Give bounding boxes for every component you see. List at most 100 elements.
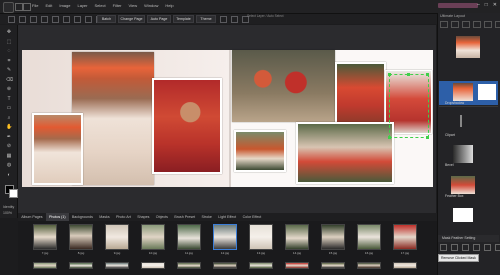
menu-select[interactable]: Select [95,3,106,8]
pen-icon[interactable]: ✒ [6,134,12,140]
photo-thumbnail-next-row[interactable] [177,262,201,269]
dodge-icon[interactable]: ◐ [6,172,12,178]
redo-icon[interactable] [19,16,26,23]
identity-value[interactable]: 100% [3,211,12,215]
photo-couple-top[interactable] [232,50,335,122]
theme-button[interactable]: Theme [196,15,216,23]
rotate-icon[interactable] [220,16,227,23]
open-file-icon[interactable] [23,3,31,11]
template-button[interactable]: Template [173,15,194,23]
close-icon[interactable]: ✕ [493,2,497,8]
menu-view[interactable]: View [129,3,138,8]
photo-groom-small[interactable] [32,113,83,185]
background-color-swatch[interactable] [9,189,18,198]
tab-color-effect[interactable]: Color Effect [239,213,264,221]
lasso-icon[interactable]: ◌ [6,49,12,54]
tab-light-effect[interactable]: Light Effect [215,213,239,221]
new-file-icon[interactable] [15,3,23,11]
photo-thumbnail-next-row[interactable] [321,262,345,269]
layer-row-bevel[interactable]: Bevel [439,143,498,167]
new-layer-icon[interactable] [495,244,500,251]
adjust-icon[interactable] [473,244,480,251]
photo-couple-bottom-1[interactable] [234,130,286,172]
menu-filter[interactable]: Filter [113,3,122,8]
photo-thumbnail[interactable] [141,224,165,250]
photo-thumbnail-next-row[interactable] [249,262,273,269]
photo-couple-small-1[interactable] [335,62,386,125]
layer-preview[interactable] [456,36,480,58]
export-icon[interactable] [52,16,59,23]
photo-bride-portrait[interactable] [152,78,222,174]
eyedropper-icon[interactable]: ⊘ [6,144,12,149]
photo-thumbnail-next-row[interactable] [69,262,93,269]
resize-handle-tl[interactable] [388,73,391,76]
photo-couple-bottom-2[interactable] [296,122,394,184]
settings-icon[interactable] [63,16,70,23]
photo-thumbnail-next-row[interactable] [393,262,417,269]
layer-row-dropshadow[interactable]: Dropshadow [439,81,498,105]
photo-thumbnail-next-row[interactable] [141,262,165,269]
tab-album-pages[interactable]: Album Pages [18,213,46,221]
photo-thumbnail[interactable] [357,224,381,250]
hand-icon[interactable]: ✋ [6,125,12,130]
menu-file[interactable]: File [32,3,38,8]
tab-stroke[interactable]: Stroke [198,213,215,221]
panel-tab-4[interactable] [473,21,481,28]
resize-handle-bl[interactable] [388,136,391,139]
link-icon[interactable] [440,244,447,251]
photo-thumbnail[interactable] [105,224,129,250]
eraser-icon[interactable]: ⌫ [6,77,13,83]
panel-tab-3[interactable] [462,21,470,28]
auto-page-button[interactable]: Auto Page [147,15,171,23]
resize-handle-tr[interactable] [426,73,429,76]
menu-window[interactable]: Window [144,3,158,8]
text-icon[interactable]: T [6,96,12,102]
menu-edit[interactable]: Edit [45,3,52,8]
photo-thumbnail-next-row[interactable] [33,262,57,269]
menu-help[interactable]: Help [165,3,173,8]
align-icon[interactable] [85,16,92,23]
photo-thumbnail[interactable] [69,224,93,250]
panel-tab-2[interactable] [451,21,459,28]
menu-layer[interactable]: Layer [77,3,87,8]
batch-button[interactable]: Batch [97,15,116,23]
layer-row-mask[interactable] [439,204,498,228]
photo-thumbnail[interactable] [321,224,345,250]
tab-shapes[interactable]: Shapes [134,213,153,221]
menu-image[interactable]: Image [59,3,70,8]
zoom-icon[interactable]: ⌕ [6,115,12,121]
shape-icon[interactable]: ▭ [6,106,12,111]
fx-icon[interactable] [451,244,458,251]
panel-tab-5[interactable] [484,21,492,28]
photo-thumbnail[interactable] [393,224,417,250]
tab-brush-preset[interactable]: Brush Preset [171,213,198,221]
photo-thumbnail-next-row[interactable] [285,262,309,269]
photo-thumbnail-next-row[interactable] [213,262,237,269]
tab-masks[interactable]: Masks [96,213,113,221]
folder-icon[interactable] [484,244,491,251]
panel-tab-6[interactable] [495,21,500,28]
save-icon[interactable] [30,16,37,23]
tab-backgrounds[interactable]: Backgrounds [69,213,96,221]
marquee-icon[interactable]: ⬚ [6,39,12,45]
photo-thumbnail[interactable] [285,224,309,250]
tab-photo-art[interactable]: Photo Art [113,213,134,221]
photo-thumbnail-next-row[interactable] [105,262,129,269]
photo-thumbnail-next-row[interactable] [357,262,381,269]
flip-icon[interactable] [231,16,238,23]
selection-box[interactable] [389,74,429,138]
brush-icon[interactable]: ✎ [6,68,12,73]
layer-row-feather[interactable]: Feather Box [439,174,498,198]
minimize-icon[interactable]: – [477,2,480,8]
layer-row-clipart[interactable]: Clipart [439,113,498,137]
print-icon[interactable] [41,16,48,23]
change-page-button[interactable]: Change Page [118,15,145,23]
photo-thumbnail[interactable] [213,224,237,250]
resize-handle-br[interactable] [426,136,429,139]
maximize-icon[interactable]: □ [485,2,488,8]
mask-icon[interactable] [462,244,469,251]
crop-icon[interactable]: ⌗ [6,58,12,64]
grid-icon[interactable] [74,16,81,23]
undo-icon[interactable] [8,16,15,23]
tab-objects[interactable]: Objects [153,213,172,221]
